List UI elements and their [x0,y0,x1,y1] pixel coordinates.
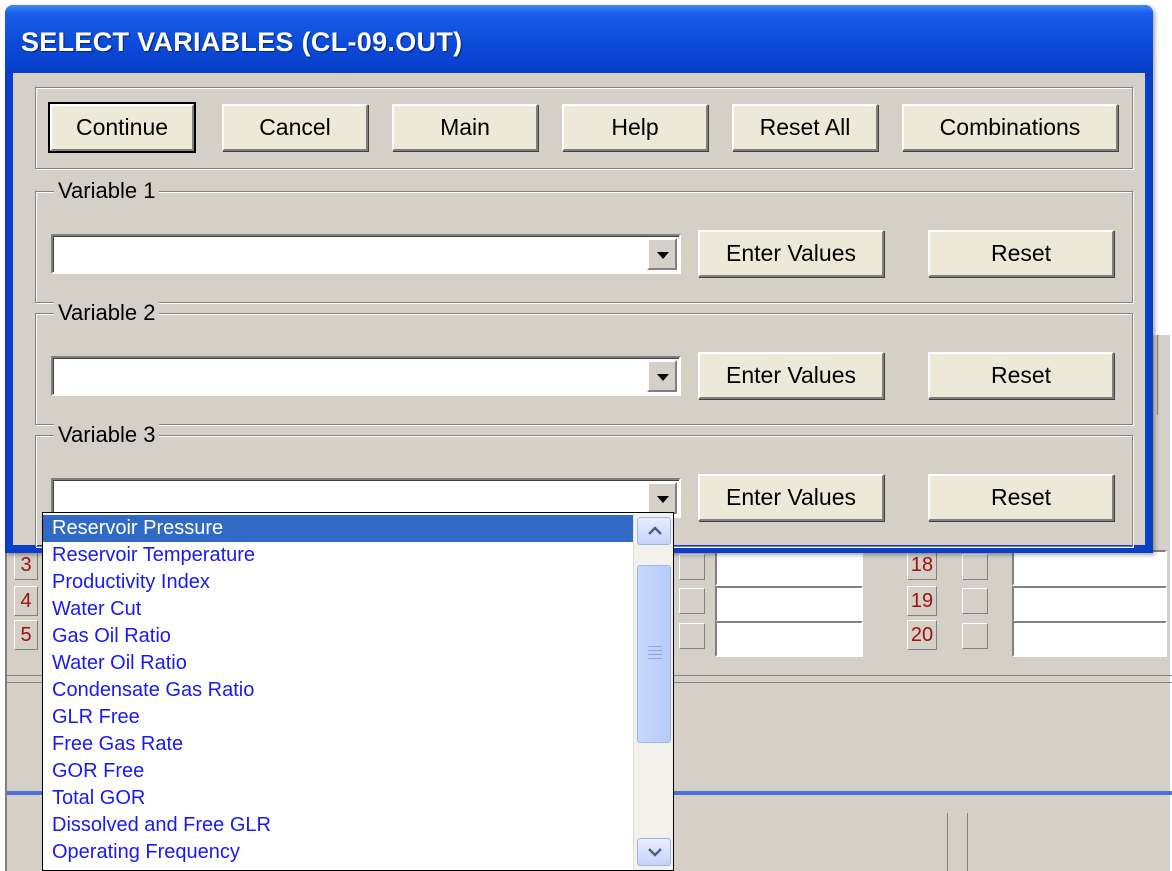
list-item[interactable]: Productivity Index [43,569,633,596]
row-checkbox[interactable] [679,623,705,649]
variable-1-combobox[interactable] [51,234,681,274]
chevron-down-icon [648,848,662,857]
row-number: 20 [907,620,937,650]
bg-divider [1157,335,1158,415]
list-item[interactable]: Reservoir Temperature [43,542,633,569]
bg-divider [947,813,948,871]
reset-all-button[interactable]: Reset All [732,104,878,151]
row-number: 4 [14,586,38,616]
list-item[interactable]: Total GOR [43,785,633,812]
list-item[interactable]: GLR Free [43,704,633,731]
row-number: 5 [14,620,38,650]
variable-3-enter-values-button[interactable]: Enter Values [698,474,884,521]
list-item[interactable]: Gas Oil Ratio [43,623,633,650]
row-value-field[interactable] [1012,586,1167,622]
dialog-title: SELECT VARIABLES (CL-09.OUT) [21,27,463,57]
dropdown-scrollbar[interactable] [633,513,673,870]
select-variables-dialog: SELECT VARIABLES (CL-09.OUT) Continue Ca… [5,5,1153,553]
grip-line [648,654,662,655]
row-checkbox[interactable] [679,554,705,580]
variable-2-reset-button[interactable]: Reset [928,352,1114,399]
chevron-down-icon[interactable] [647,238,677,270]
variable-2-combobox[interactable] [51,356,681,396]
row-value-field[interactable] [715,550,863,586]
list-item[interactable]: Condensate Gas Ratio [43,677,633,704]
help-button[interactable]: Help [562,104,708,151]
list-item[interactable]: GOR Free [43,758,633,785]
variable-2-enter-values-button[interactable]: Enter Values [698,352,884,399]
chevron-down-icon[interactable] [647,360,677,392]
variable-3-reset-button[interactable]: Reset [928,474,1114,521]
row-number: 3 [14,550,38,580]
row-checkbox[interactable] [962,623,988,649]
combinations-button[interactable]: Combinations [902,104,1118,151]
scroll-down-button[interactable] [637,838,671,866]
variable-3-dropdown-list[interactable]: Reservoir Pressure Reservoir Temperature… [42,512,674,871]
cancel-button[interactable]: Cancel [222,104,368,151]
variable-3-label: Variable 3 [54,421,160,449]
list-item[interactable]: Water Cut [43,596,633,623]
row-value-field[interactable] [1012,621,1167,657]
row-value-field[interactable] [715,586,863,622]
button-panel: Continue Cancel Main Help Reset All Comb… [35,87,1133,169]
bg-divider [967,813,968,871]
list-item[interactable]: Dissolved and Free GLR [43,812,633,839]
row-checkbox[interactable] [679,588,705,614]
list-item[interactable]: Free Gas Rate [43,731,633,758]
chevron-up-icon [648,526,662,535]
variable-1-label: Variable 1 [54,177,160,205]
row-checkbox[interactable] [962,588,988,614]
variable-1-enter-values-button[interactable]: Enter Values [698,230,884,277]
chevron-down-icon[interactable] [647,482,677,514]
row-value-field[interactable] [715,621,863,657]
variable-1-reset-button[interactable]: Reset [928,230,1114,277]
continue-button[interactable]: Continue [48,102,196,153]
grip-line [648,658,662,659]
row-value-field[interactable] [1012,550,1167,586]
variable-2-label: Variable 2 [54,299,160,327]
list-item[interactable]: Reservoir Pressure [43,515,633,542]
main-button[interactable]: Main [392,104,538,151]
variable-1-group: Variable 1 Enter Values Reset [35,177,1133,303]
dialog-body: Continue Cancel Main Help Reset All Comb… [13,73,1145,547]
title-bar[interactable]: SELECT VARIABLES (CL-09.OUT) [5,5,1153,73]
list-item[interactable]: Operating Frequency [43,839,633,866]
scroll-thumb[interactable] [637,565,671,743]
grip-line [648,646,662,647]
row-checkbox[interactable] [962,554,988,580]
variable-2-group: Variable 2 Enter Values Reset [35,299,1133,425]
row-number: 18 [907,550,937,580]
grip-line [648,650,662,651]
row-number: 19 [907,586,937,616]
scroll-up-button[interactable] [637,517,671,545]
list-item[interactable]: Water Oil Ratio [43,650,633,677]
